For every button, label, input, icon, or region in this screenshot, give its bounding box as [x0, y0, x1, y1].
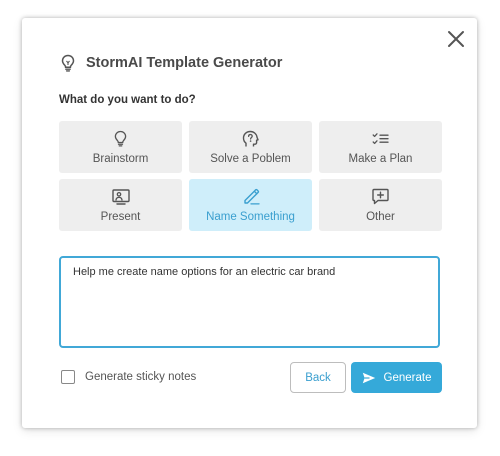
- back-button-label: Back: [305, 371, 331, 384]
- option-brainstorm[interactable]: Brainstorm: [59, 121, 182, 173]
- sticky-notes-option[interactable]: Generate sticky notes: [61, 370, 196, 384]
- generate-button-label: Generate: [383, 371, 432, 384]
- lightbulb-icon: [112, 130, 130, 148]
- back-button[interactable]: Back: [290, 362, 346, 393]
- option-other[interactable]: Other: [319, 179, 442, 231]
- prompt-textarea[interactable]: Help me create name options for an elect…: [59, 256, 440, 348]
- option-label: Present: [100, 210, 141, 223]
- close-icon: [448, 31, 464, 47]
- dialog-title: StormAI Template Generator: [86, 55, 283, 71]
- lightbulb-icon: [60, 54, 76, 72]
- sticky-notes-label: Generate sticky notes: [85, 371, 197, 383]
- template-generator-dialog: StormAI Template Generator What do you w…: [22, 18, 477, 428]
- option-solve-problem[interactable]: Solve a Poblem: [189, 121, 312, 173]
- option-name-something[interactable]: Name Something: [189, 179, 312, 231]
- prompt-text: Help me create name options for an elect…: [73, 266, 336, 278]
- question-head-icon: [242, 130, 260, 148]
- add-comment-icon: [372, 188, 390, 206]
- option-label: Other: [366, 210, 395, 223]
- sticky-notes-checkbox[interactable]: [61, 370, 75, 384]
- pencil-icon: [242, 188, 260, 206]
- send-icon: [362, 372, 375, 383]
- option-present[interactable]: Present: [59, 179, 182, 231]
- presentation-icon: [111, 188, 130, 206]
- option-label: Make a Plan: [348, 152, 413, 165]
- question-label: What do you want to do?: [59, 94, 196, 106]
- option-label: Name Something: [206, 210, 295, 223]
- option-make-plan[interactable]: Make a Plan: [319, 121, 442, 173]
- generate-button[interactable]: Generate: [351, 362, 442, 393]
- checklist-icon: [372, 130, 390, 148]
- option-grid: Brainstorm Solve a Poblem Make a Plan Pr…: [59, 121, 442, 231]
- dialog-header: StormAI Template Generator: [60, 53, 282, 73]
- option-label: Brainstorm: [92, 152, 149, 165]
- close-button[interactable]: [445, 28, 467, 50]
- option-label: Solve a Poblem: [210, 152, 291, 165]
